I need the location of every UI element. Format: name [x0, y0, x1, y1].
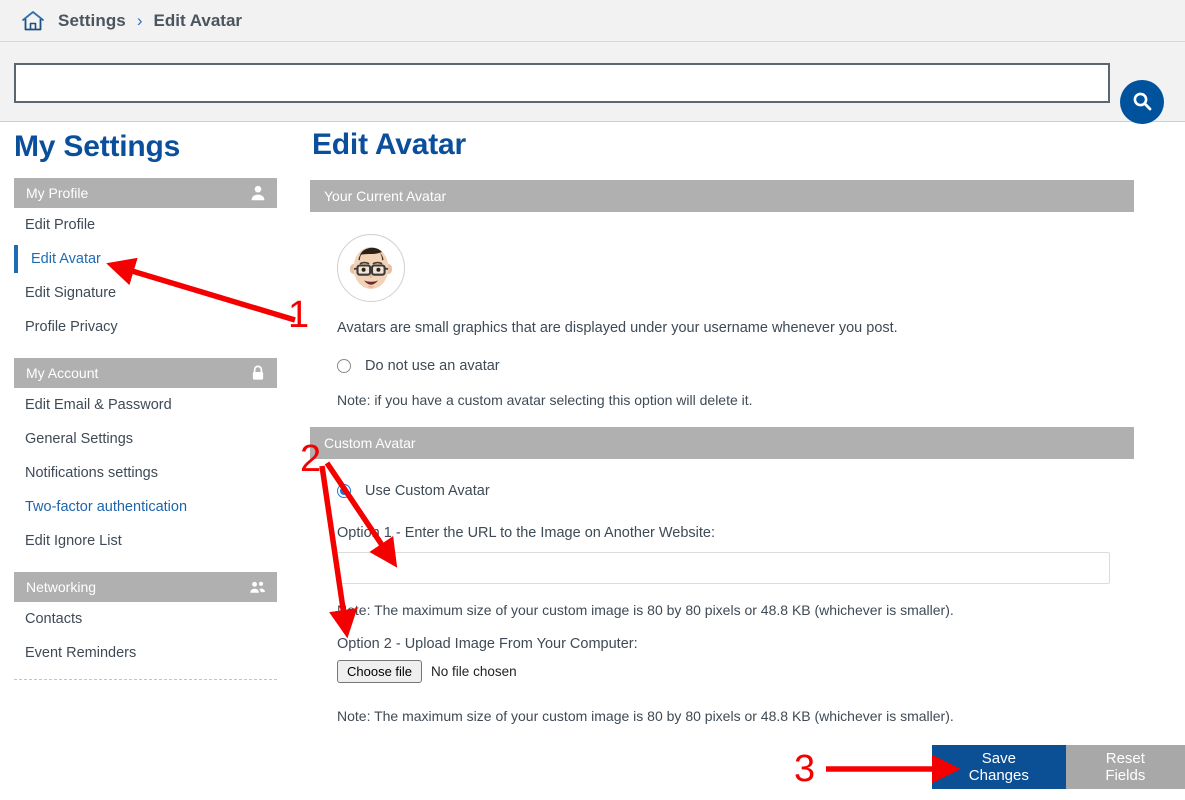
file-upload-row: Choose file No file chosen	[337, 660, 1185, 683]
sidebar-item-contacts[interactable]: Contacts	[14, 602, 277, 636]
search-bar	[0, 42, 1185, 124]
sidebar-title: My Settings	[14, 130, 181, 163]
sidebar-item-label: Event Reminders	[25, 645, 137, 661]
avatar-url-input[interactable]	[337, 552, 1110, 584]
sidebar-item-label: Edit Ignore List	[25, 533, 122, 549]
option1-note: Note: The maximum size of your custom im…	[337, 602, 954, 618]
person-icon	[249, 184, 267, 202]
memoji-avatar-icon	[337, 234, 405, 302]
option2-note: Note: The maximum size of your custom im…	[337, 708, 954, 724]
settings-page: Settings › Edit Avatar My Settings My Pr…	[0, 0, 1185, 800]
reset-fields-button[interactable]: Reset Fields	[1065, 745, 1185, 789]
use-custom-avatar-radio[interactable]	[337, 484, 351, 498]
save-changes-button[interactable]: Save Changes	[932, 745, 1066, 789]
people-group-icon	[249, 578, 267, 596]
sidebar-group-my-profile[interactable]: My Profile	[14, 178, 277, 208]
breadcrumb-item-edit-avatar: Edit Avatar	[153, 10, 243, 30]
sidebar-item-notifications-settings[interactable]: Notifications settings	[14, 456, 277, 490]
no-avatar-option-row[interactable]: Do not use an avatar	[337, 358, 1185, 374]
sidebar-item-label: Notifications settings	[25, 465, 158, 481]
sidebar-item-label: Edit Email & Password	[25, 397, 172, 413]
sidebar-item-label: Profile Privacy	[25, 319, 118, 335]
chevron-right-icon: ›	[136, 10, 143, 30]
choose-file-button[interactable]: Choose file	[337, 660, 423, 683]
section-header-current-avatar: Your Current Avatar	[310, 180, 1134, 212]
sidebar-item-label: Edit Avatar	[31, 251, 101, 267]
sidebar-item-label: Edit Signature	[25, 285, 117, 301]
home-icon[interactable]	[20, 9, 58, 33]
lock-icon	[249, 364, 267, 382]
form-actions: Save Changes Reset Fields	[932, 745, 1185, 789]
search-button[interactable]	[1120, 80, 1164, 124]
sidebar-item-edit-avatar[interactable]: Edit Avatar	[14, 242, 277, 276]
page-title: Edit Avatar	[312, 128, 466, 161]
no-avatar-label: Do not use an avatar	[365, 358, 500, 374]
sidebar-group-label: My Profile	[26, 185, 89, 201]
main-content: Edit Avatar Your Current Avatar Avatars …	[310, 122, 1185, 789]
sidebar-group-label: Networking	[26, 579, 97, 595]
sidebar-item-profile-privacy[interactable]: Profile Privacy	[14, 310, 277, 344]
sidebar-item-label: Edit Profile	[25, 217, 96, 233]
file-status-text: No file chosen	[431, 664, 517, 679]
avatar	[337, 234, 1185, 302]
sidebar-group-my-account[interactable]: My Account	[14, 358, 277, 388]
sidebar-item-label: Contacts	[25, 611, 83, 627]
sidebar-item-two-factor-authentication[interactable]: Two-factor authentication	[14, 490, 277, 524]
breadcrumb-item-settings[interactable]: Settings	[58, 11, 126, 31]
sidebar-item-edit-email-password[interactable]: Edit Email & Password	[14, 388, 277, 422]
section-header-custom-avatar: Custom Avatar	[310, 427, 1134, 459]
sidebar-item-edit-signature[interactable]: Edit Signature	[14, 276, 277, 310]
use-custom-avatar-option-row[interactable]: Use Custom Avatar	[337, 483, 1185, 499]
breadcrumb: Settings › Edit Avatar	[0, 0, 1185, 42]
sidebar: My Settings My Profile Edit Profile Edit…	[0, 122, 300, 680]
sidebar-item-general-settings[interactable]: General Settings	[14, 422, 277, 456]
option1-label: Option 1 - Enter the URL to the Image on…	[337, 525, 716, 541]
annotation-marker-3: 3	[794, 748, 816, 790]
sidebar-item-label: General Settings	[25, 431, 134, 447]
sidebar-item-label: Two-factor authentication	[25, 499, 188, 515]
search-icon	[1131, 90, 1153, 115]
sidebar-group-label: My Account	[26, 365, 99, 381]
sidebar-divider	[14, 679, 277, 680]
sidebar-group-networking[interactable]: Networking	[14, 572, 277, 602]
avatar-caption: Avatars are small graphics that are disp…	[337, 320, 898, 336]
sidebar-item-edit-ignore-list[interactable]: Edit Ignore List	[14, 524, 277, 558]
option2-label: Option 2 - Upload Image From Your Comput…	[337, 636, 638, 652]
sidebar-item-event-reminders[interactable]: Event Reminders	[14, 636, 277, 670]
no-avatar-radio[interactable]	[337, 359, 351, 373]
no-avatar-note: Note: if you have a custom avatar select…	[337, 392, 753, 408]
sidebar-item-edit-profile[interactable]: Edit Profile	[14, 208, 277, 242]
search-input[interactable]	[14, 63, 1110, 103]
use-custom-avatar-label: Use Custom Avatar	[365, 483, 490, 499]
